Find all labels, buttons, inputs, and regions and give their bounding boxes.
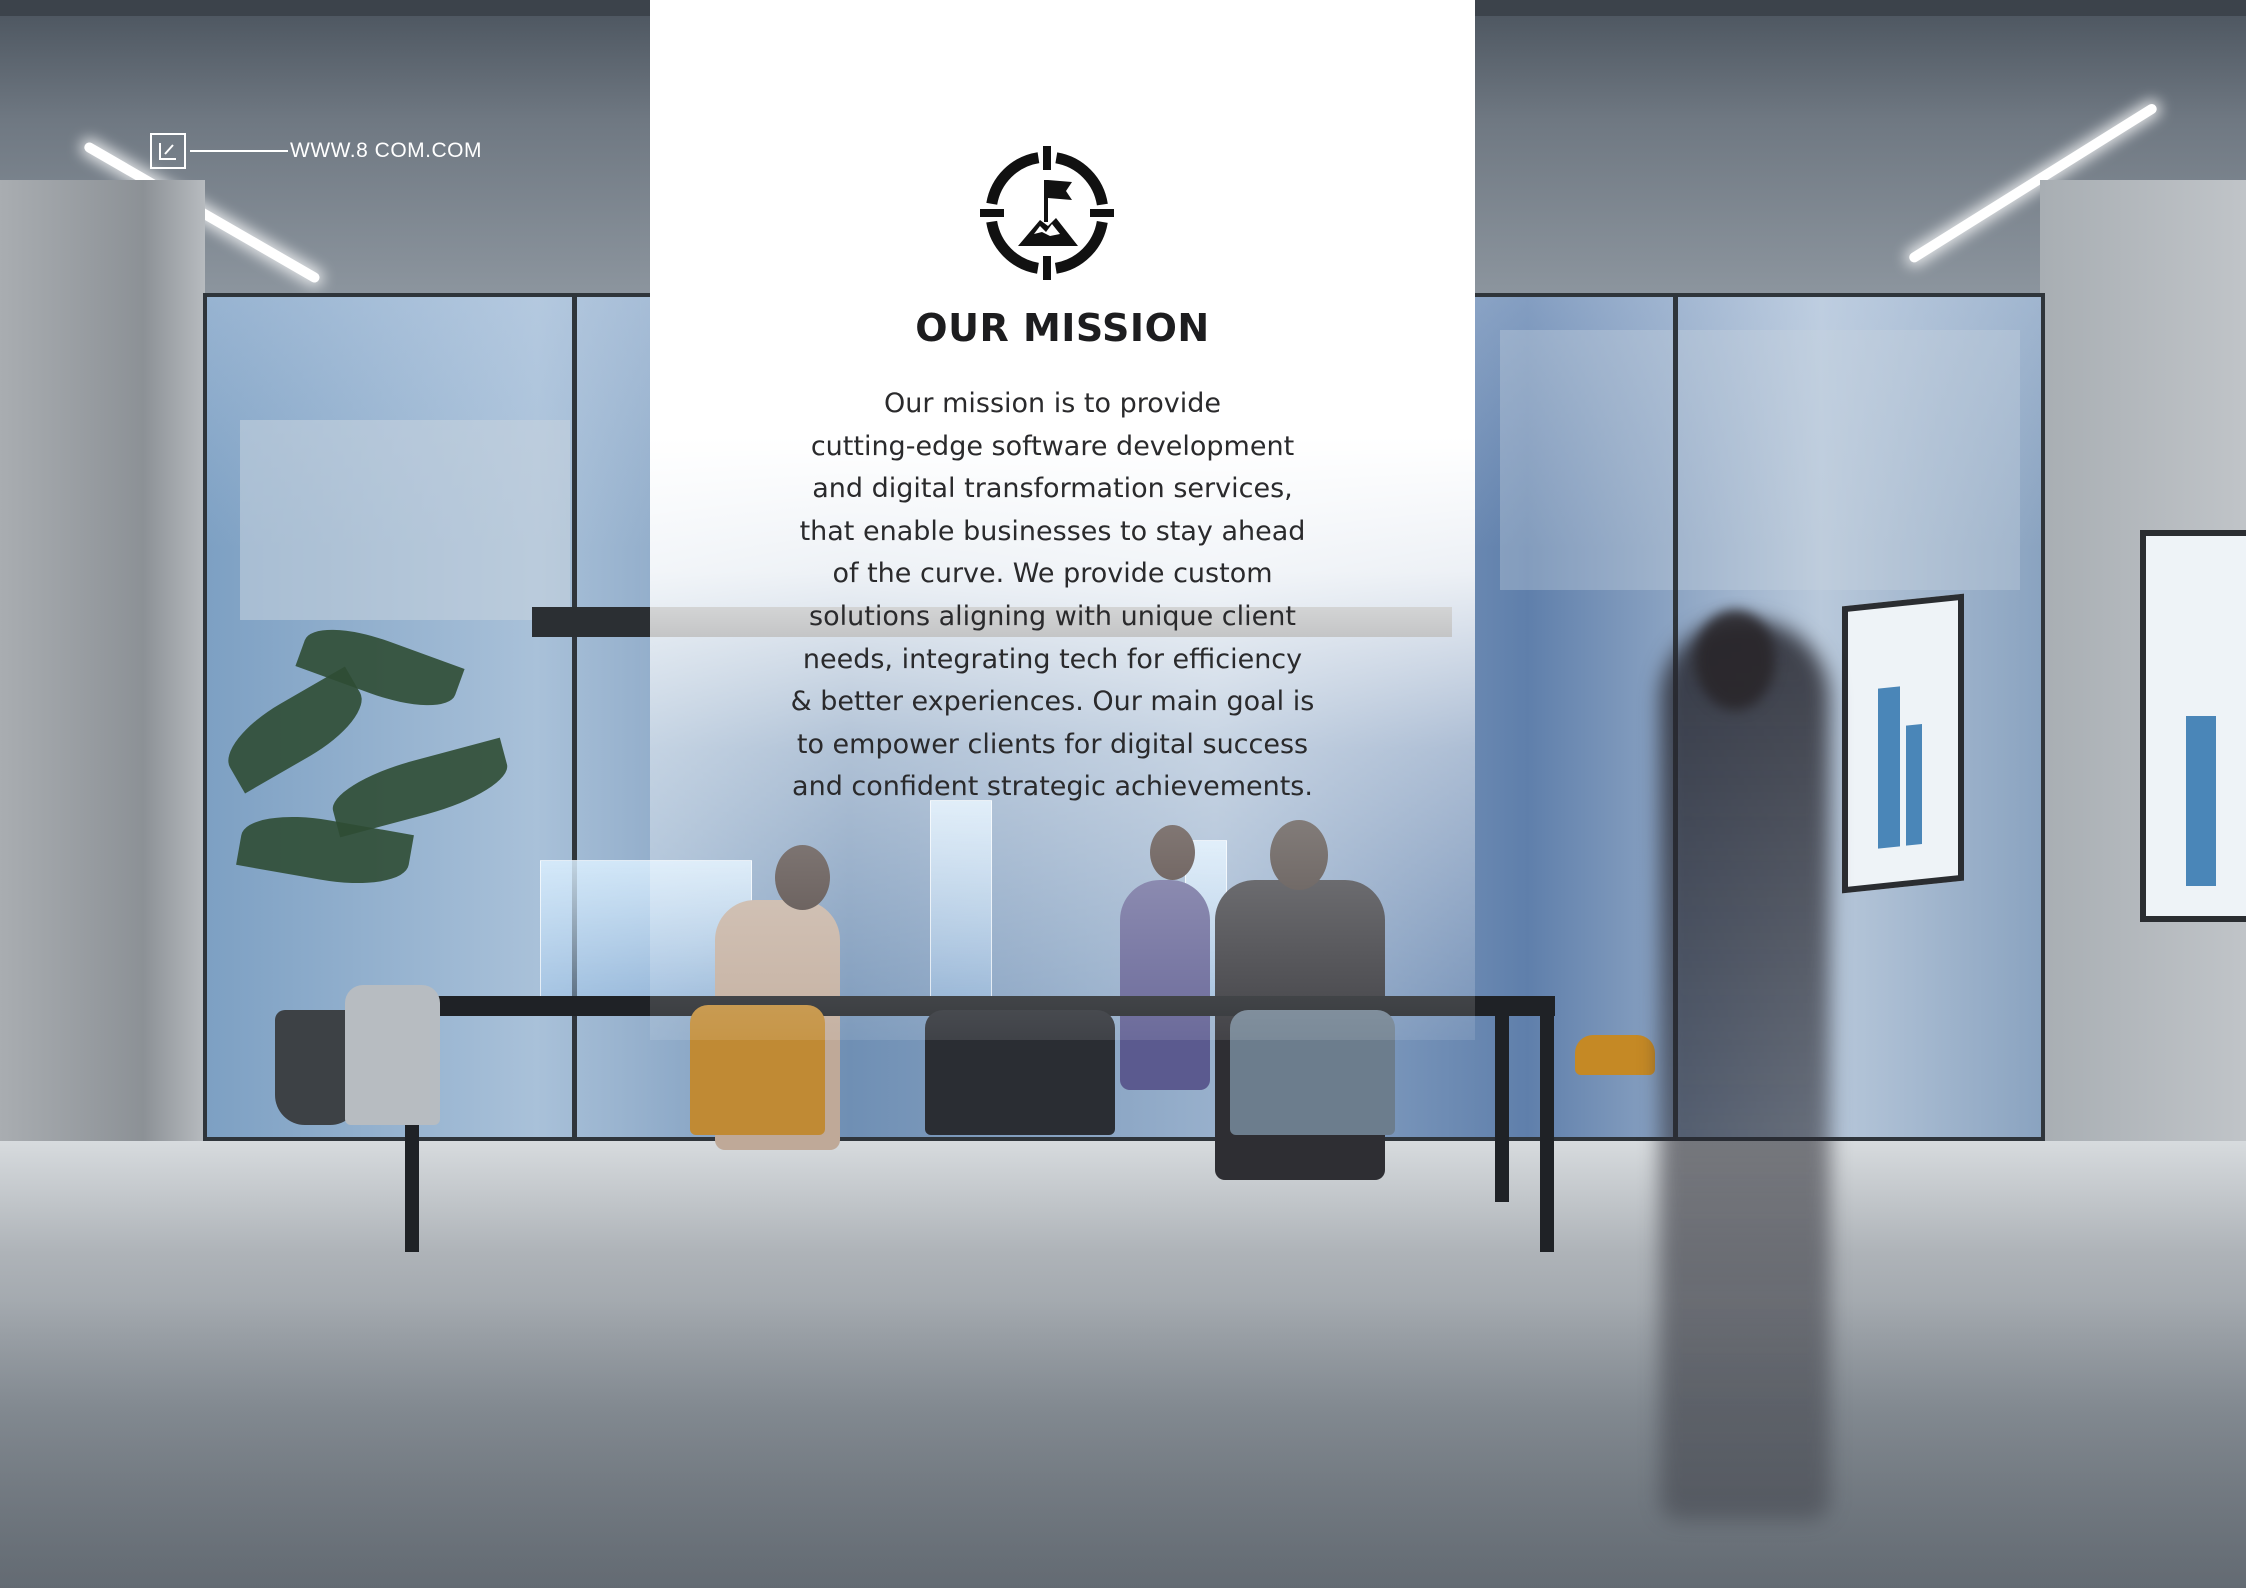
chair — [345, 985, 440, 1125]
walking-person-blurred — [1660, 620, 1830, 1520]
brand-header: WWW.8 COM.COM — [150, 131, 482, 171]
chair — [1575, 1035, 1655, 1075]
mission-title: OUR MISSION — [915, 306, 1210, 350]
mission-body-line: Our mission is to provide — [884, 388, 1221, 419]
table-leg — [1540, 1012, 1554, 1252]
mission-body-line: & better experiences. Our main goal is — [790, 686, 1315, 718]
wall-art — [2140, 530, 2246, 922]
mission-body-line: to empower clients for digital success — [796, 728, 1309, 760]
mission-body-line: of the curve. We provide custom — [832, 558, 1273, 590]
mission-body-line: needs, integrating tech for efficiency — [802, 643, 1303, 675]
walking-person-head — [1695, 610, 1775, 710]
brand-divider-line — [190, 150, 288, 152]
mission-body-line: and digital transformation services, — [812, 473, 1293, 505]
mission-body-line: solutions aligning with unique client — [809, 600, 1296, 632]
left-wall — [0, 180, 205, 1220]
website-url[interactable]: WWW.8 COM.COM — [290, 139, 482, 163]
mission-body-text: Our mission is to provide cutting-edge s… — [740, 383, 1365, 809]
brand-logo-icon — [150, 133, 186, 169]
background-building — [1500, 330, 2020, 590]
floor-shadow — [0, 1300, 2246, 1588]
background-building — [240, 420, 570, 620]
wall-art — [1842, 593, 1964, 894]
mission-body-line: and confident strategic achievements. — [792, 771, 1313, 803]
mission-body-line: that enable businesses to stay ahead — [799, 515, 1306, 547]
mission-body-line: cutting-edge software development — [810, 430, 1295, 462]
target-flag-mountain-icon — [980, 146, 1114, 280]
table-leg — [1495, 1012, 1509, 1202]
